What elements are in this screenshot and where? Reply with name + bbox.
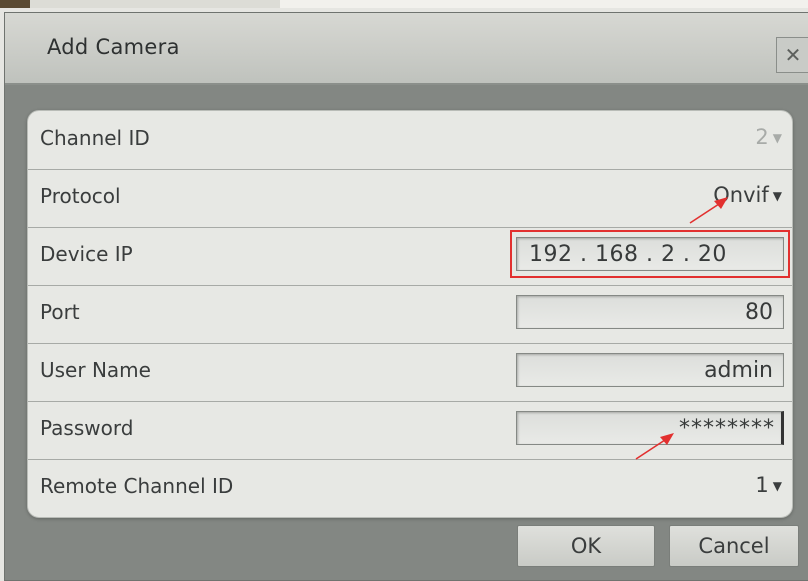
user-name-input[interactable]: admin — [516, 353, 784, 387]
remote-channel-id-label: Remote Channel ID — [40, 474, 234, 498]
port-label: Port — [40, 300, 80, 324]
close-button[interactable]: ✕ — [776, 37, 808, 73]
row-user-name: User Name admin — [28, 343, 792, 402]
channel-id-value: 2 — [755, 125, 769, 149]
cancel-button[interactable]: Cancel — [669, 525, 799, 567]
chevron-down-icon: ▼ — [772, 479, 782, 493]
protocol-label: Protocol — [40, 184, 121, 208]
device-ip-label: Device IP — [40, 242, 133, 266]
row-channel-id: Channel ID 2 ▼ — [28, 111, 792, 170]
row-password: Password ******** — [28, 401, 792, 460]
port-input[interactable]: 80 — [516, 295, 784, 329]
background-strip — [0, 0, 808, 8]
dialog-title: Add Camera — [47, 35, 180, 59]
close-icon: ✕ — [784, 43, 802, 67]
row-device-ip: Device IP 192 . 168 . 2 . 20 — [28, 227, 792, 286]
row-port: Port 80 — [28, 285, 792, 344]
channel-id-dropdown[interactable]: 2 ▼ — [755, 125, 782, 149]
chevron-down-icon: ▼ — [772, 131, 782, 145]
device-ip-input[interactable]: 192 . 168 . 2 . 20 — [516, 237, 784, 271]
add-camera-dialog: Add Camera ✕ Channel ID 2 ▼ Protocol Onvi… — [4, 12, 808, 581]
settings-panel: Channel ID 2 ▼ Protocol Onvif ▼ Device IP … — [27, 110, 793, 518]
chevron-down-icon: ▼ — [772, 189, 782, 203]
user-name-label: User Name — [40, 358, 151, 382]
red-arrow-icon — [635, 433, 674, 460]
row-protocol: Protocol Onvif ▼ — [28, 169, 792, 228]
channel-id-label: Channel ID — [40, 126, 150, 150]
background-strip-mid — [30, 0, 280, 8]
remote-channel-id-dropdown[interactable]: 1 ▼ — [755, 473, 782, 497]
ok-button[interactable]: OK — [517, 525, 655, 567]
background-strip-dark — [0, 0, 30, 8]
red-arrow-icon — [689, 197, 728, 224]
dialog-titlebar: Add Camera ✕ — [5, 13, 808, 85]
password-label: Password — [40, 416, 134, 440]
row-remote-channel-id: Remote Channel ID 1 ▼ — [28, 459, 792, 517]
remote-channel-id-value: 1 — [755, 473, 769, 497]
